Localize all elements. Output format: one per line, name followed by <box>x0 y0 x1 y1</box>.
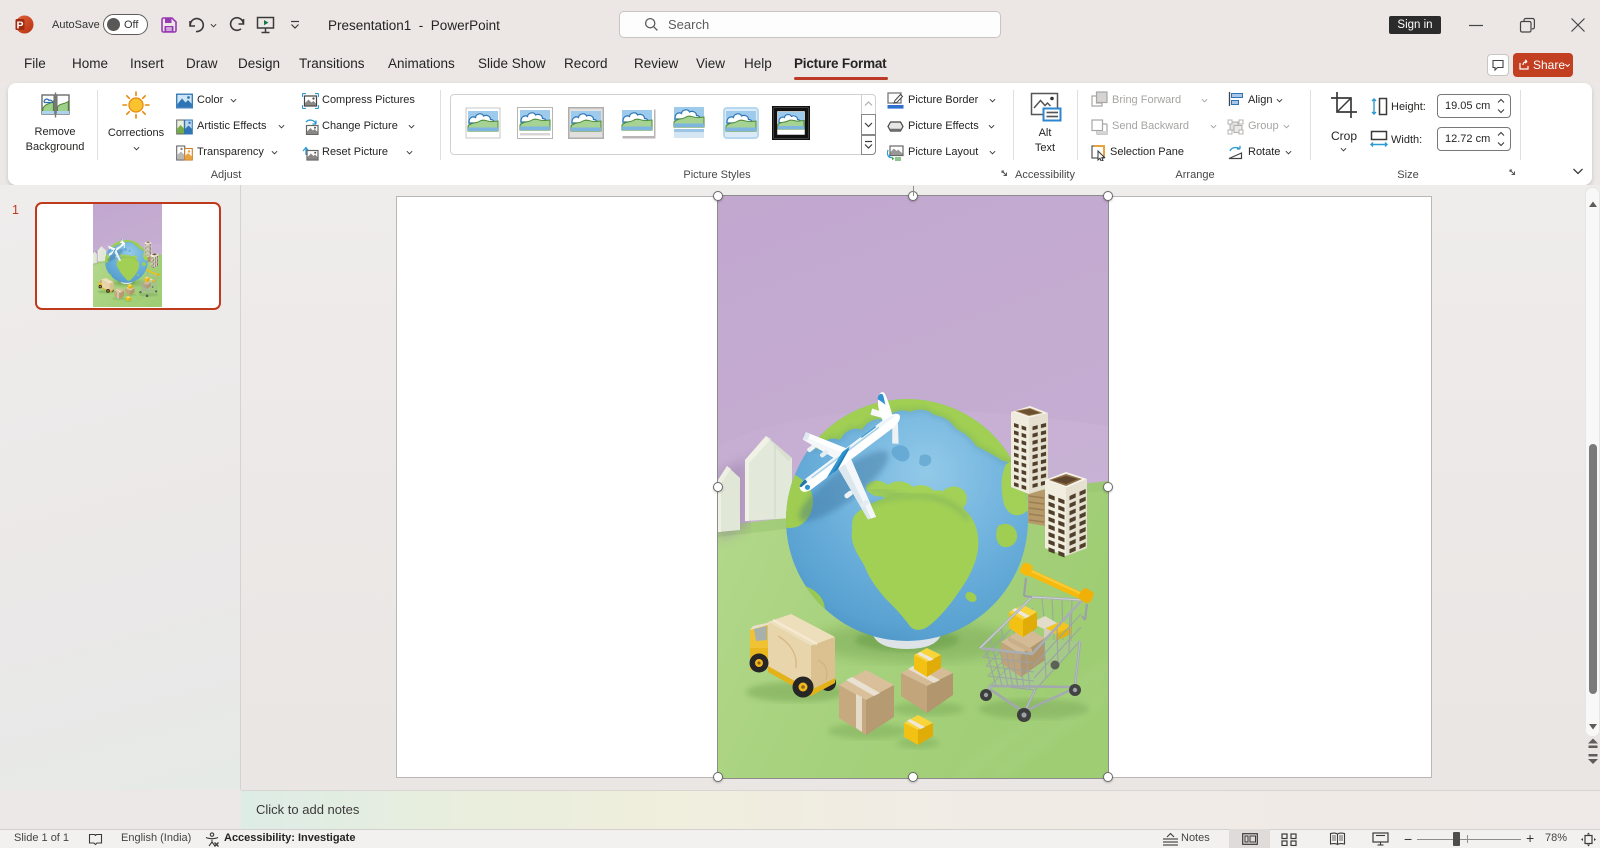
svg-text:P: P <box>16 20 23 32</box>
